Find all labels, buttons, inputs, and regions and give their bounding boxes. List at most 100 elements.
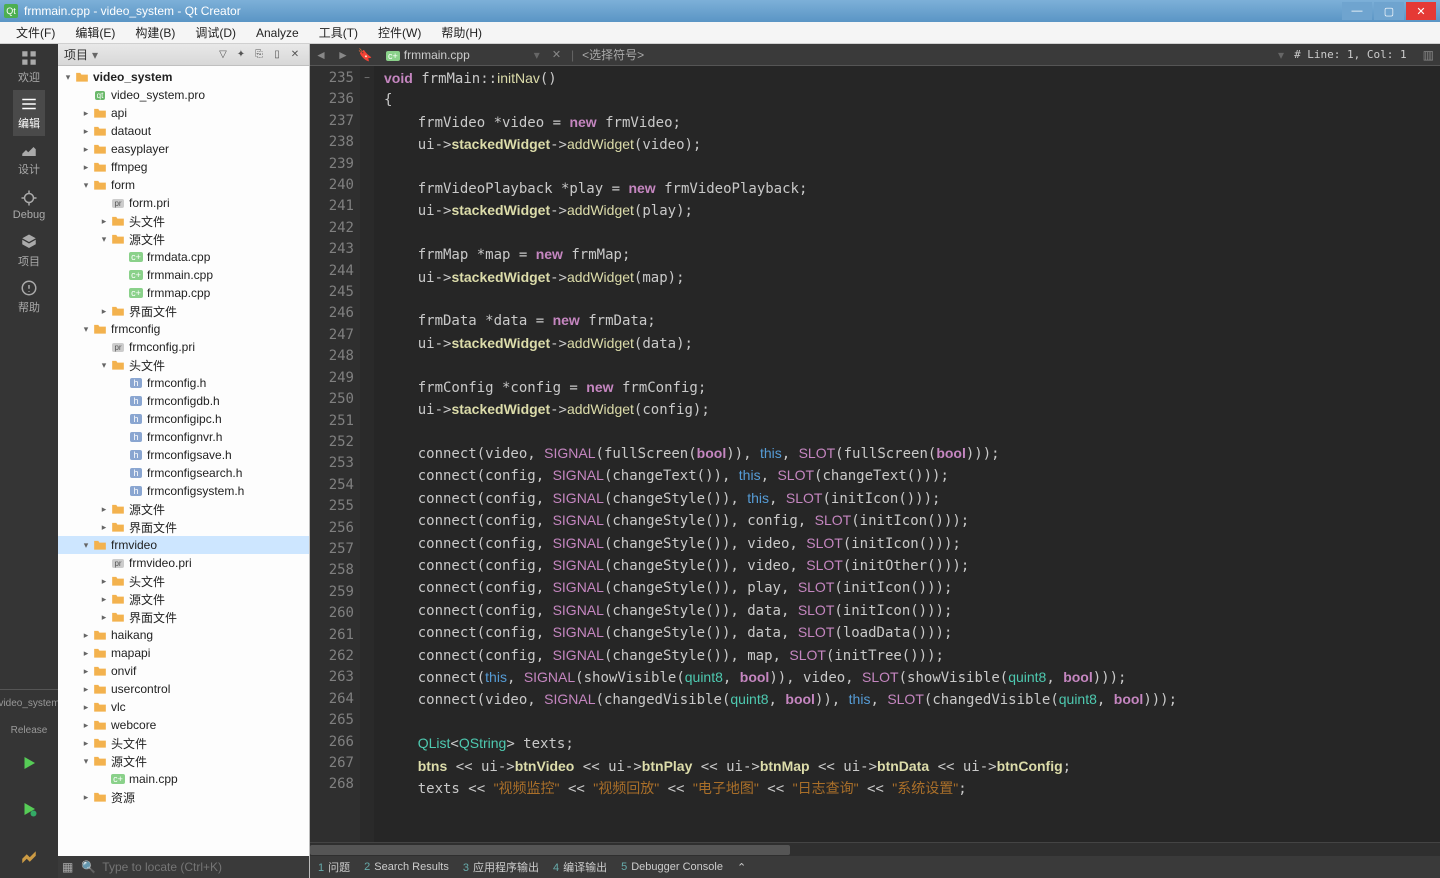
mode-帮助[interactable]: 帮助: [13, 274, 45, 320]
link-icon[interactable]: ⎘: [251, 47, 267, 63]
tree-item[interactable]: ▸头文件: [58, 734, 309, 752]
menu-item[interactable]: 构建(B): [125, 22, 185, 43]
tree-item[interactable]: ▾源文件: [58, 230, 309, 248]
folder-icon: [110, 232, 126, 246]
collapse-status-icon[interactable]: ⌃: [737, 861, 746, 874]
tree-item[interactable]: ▸dataout: [58, 122, 309, 140]
mode-Debug[interactable]: Debug: [13, 182, 45, 228]
tree-item[interactable]: frmconfigsearch.h: [58, 464, 309, 482]
tree-item[interactable]: ▸界面文件: [58, 608, 309, 626]
tree-item[interactable]: main.cpp: [58, 770, 309, 788]
tree-item[interactable]: ▸ffmpeg: [58, 158, 309, 176]
folder-icon: [110, 214, 126, 228]
tree-item[interactable]: ▸头文件: [58, 212, 309, 230]
folder-icon: [92, 160, 108, 174]
tree-item[interactable]: ▸easyplayer: [58, 140, 309, 158]
horizontal-scrollbar[interactable]: [310, 842, 1440, 856]
menu-item[interactable]: 文件(F): [6, 22, 65, 43]
tree-item[interactable]: ▾form: [58, 176, 309, 194]
tree-item[interactable]: frmconfigdb.h: [58, 392, 309, 410]
folder-icon: [92, 322, 108, 336]
tree-item[interactable]: frmconfigsystem.h: [58, 482, 309, 500]
tree-item[interactable]: ▸源文件: [58, 500, 309, 518]
tree-item[interactable]: frmconfig.pri: [58, 338, 309, 356]
project-tree[interactable]: ▾video_systemvideo_system.pro▸api▸dataou…: [58, 66, 309, 856]
file-icon: [128, 250, 144, 264]
tree-item[interactable]: frmconfigsave.h: [58, 446, 309, 464]
status-item[interactable]: 3应用程序输出: [463, 859, 539, 875]
tree-item[interactable]: frmdata.cpp: [58, 248, 309, 266]
tree-item[interactable]: video_system.pro: [58, 86, 309, 104]
menu-item[interactable]: 控件(W): [368, 22, 431, 43]
tree-item[interactable]: form.pri: [58, 194, 309, 212]
menu-item[interactable]: 编辑(E): [65, 22, 125, 43]
locator-bar: ▦ 🔍: [58, 856, 309, 878]
tree-item[interactable]: frmconfig.h: [58, 374, 309, 392]
tree-item[interactable]: frmconfigipc.h: [58, 410, 309, 428]
tree-item[interactable]: ▾video_system: [58, 68, 309, 86]
close-tab-icon[interactable]: ✕: [552, 48, 561, 61]
fold-gutter[interactable]: −: [360, 66, 374, 842]
tree-item[interactable]: ▾frmconfig: [58, 320, 309, 338]
status-item[interactable]: 4编译输出: [553, 859, 607, 875]
line-col-indicator[interactable]: # Line: 1, Col: 1: [1284, 48, 1417, 61]
nav-forward-icon[interactable]: ►: [332, 48, 354, 62]
tree-item[interactable]: frmvideo.pri: [58, 554, 309, 572]
build-button[interactable]: [0, 832, 58, 878]
close-panel-icon[interactable]: ✕: [287, 47, 303, 63]
tree-item[interactable]: frmmap.cpp: [58, 284, 309, 302]
status-item[interactable]: 1问题: [318, 859, 350, 875]
menu-item[interactable]: 帮助(H): [431, 22, 492, 43]
tree-item[interactable]: ▸源文件: [58, 590, 309, 608]
tree-item[interactable]: ▸mapapi: [58, 644, 309, 662]
code-editor[interactable]: 2352362372382392402412422432442452462472…: [310, 66, 1440, 842]
file-icon: [128, 394, 144, 408]
filter-icon[interactable]: ▽: [215, 47, 231, 63]
tree-item[interactable]: ▸头文件: [58, 572, 309, 590]
window-title: frmmain.cpp - video_system - Qt Creator: [24, 4, 241, 18]
status-item[interactable]: 5Debugger Console: [621, 861, 723, 873]
menu-item[interactable]: 调试(D): [185, 22, 246, 43]
menu-item[interactable]: Analyze: [246, 24, 309, 42]
tree-item[interactable]: ▾frmvideo: [58, 536, 309, 554]
tree-item[interactable]: ▸界面文件: [58, 302, 309, 320]
maximize-button[interactable]: ▢: [1374, 2, 1404, 20]
mode-欢迎[interactable]: 欢迎: [13, 44, 45, 90]
folder-icon: [92, 106, 108, 120]
tree-item[interactable]: ▾头文件: [58, 356, 309, 374]
split-editor-icon[interactable]: ▥: [1417, 48, 1440, 62]
tree-item[interactable]: ▸usercontrol: [58, 680, 309, 698]
dropdown-icon[interactable]: ▾: [92, 48, 98, 62]
editor-tab[interactable]: frmmain.cpp ▾ ✕: [376, 48, 571, 62]
split-icon[interactable]: ▯: [269, 47, 285, 63]
nav-back-icon[interactable]: ◄: [310, 48, 332, 62]
mode-编辑[interactable]: 编辑: [13, 90, 45, 136]
mode-设计[interactable]: 设计: [13, 136, 45, 182]
mode-项目[interactable]: 项目: [13, 228, 45, 274]
tree-item[interactable]: ▸haikang: [58, 626, 309, 644]
sync-icon[interactable]: ✦: [233, 47, 249, 63]
toggle-icon[interactable]: ▦: [62, 860, 73, 874]
tree-item[interactable]: ▸onvif: [58, 662, 309, 680]
minimize-button[interactable]: —: [1342, 2, 1372, 20]
menu-item[interactable]: 工具(T): [309, 22, 368, 43]
tree-item[interactable]: ▸资源: [58, 788, 309, 806]
bookmark-icon[interactable]: 🔖: [354, 48, 376, 62]
tree-item[interactable]: frmconfignvr.h: [58, 428, 309, 446]
symbol-selector[interactable]: <选择符号>: [574, 46, 652, 63]
tree-item[interactable]: ▾源文件: [58, 752, 309, 770]
tree-item[interactable]: ▸vlc: [58, 698, 309, 716]
folder-icon: [92, 718, 108, 732]
debug-run-button[interactable]: [0, 786, 58, 832]
editor-area: ◄ ► 🔖 frmmain.cpp ▾ ✕ | <选择符号> ▾ # Line:…: [310, 44, 1440, 878]
locator-input[interactable]: [102, 860, 305, 874]
code-content[interactable]: void frmMain::initNav() { frmVideo *vide…: [374, 66, 1440, 842]
tree-item[interactable]: ▸界面文件: [58, 518, 309, 536]
tree-item[interactable]: ▸webcore: [58, 716, 309, 734]
status-item[interactable]: 2Search Results: [364, 861, 449, 873]
tree-item[interactable]: frmmain.cpp: [58, 266, 309, 284]
run-button[interactable]: [0, 740, 58, 786]
project-selector[interactable]: video_system Release: [0, 694, 58, 740]
close-button[interactable]: ✕: [1406, 2, 1436, 20]
tree-item[interactable]: ▸api: [58, 104, 309, 122]
